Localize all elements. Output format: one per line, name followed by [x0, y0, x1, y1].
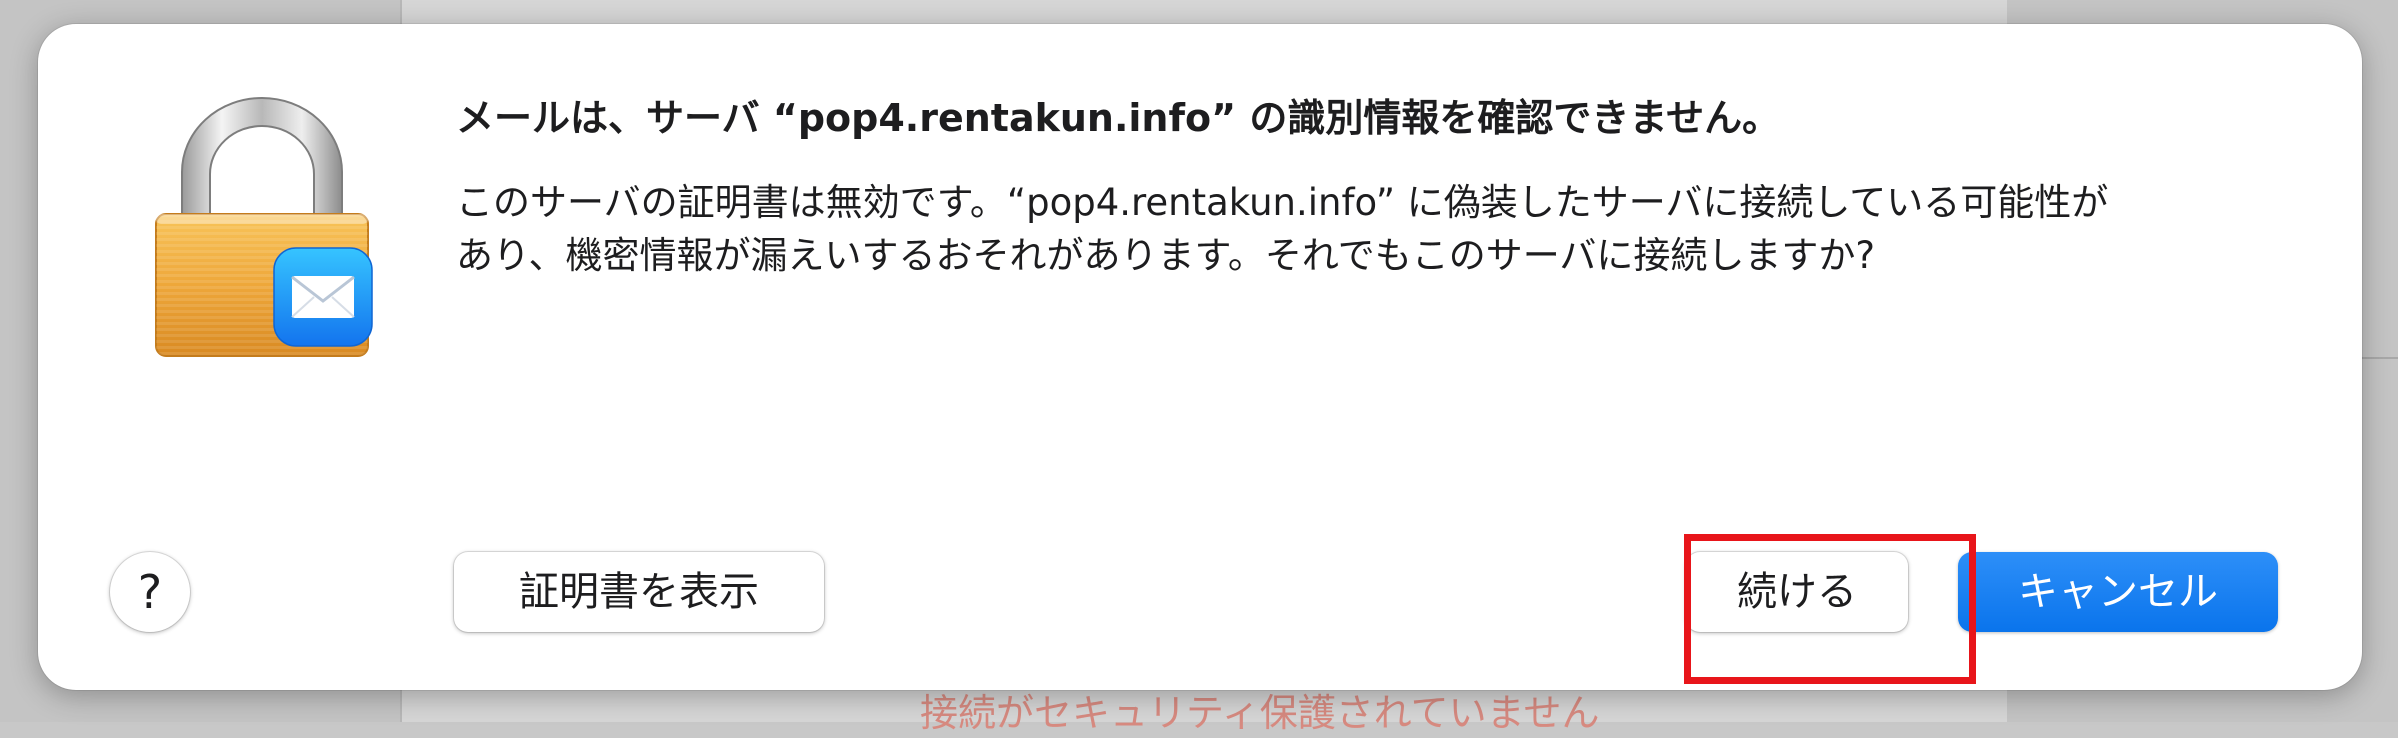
dialog-message-line-1: このサーバの証明書は無効です。“pop4.rentakun.info” に偽装し…	[456, 181, 2109, 224]
cancel-button[interactable]: キャンセル	[1958, 552, 2278, 632]
lock-mail-icon	[136, 94, 388, 366]
dialog-message: このサーバの証明書は無効です。“pop4.rentakun.info” に偽装し…	[456, 176, 2326, 282]
dialog-message-line-2: あり、機密情報が漏えいするおそれがあります。それでもこのサーバに接続しますか?	[456, 234, 1875, 277]
background-security-warning-text: 接続がセキュリティ保護されていません	[920, 691, 1600, 735]
show-certificate-button[interactable]: 証明書を表示	[454, 552, 824, 632]
highlight-annotation-box	[1684, 534, 1976, 684]
dialog-title: メールは、サーバ “pop4.rentakun.info” の識別情報を確認でき…	[456, 96, 1781, 140]
help-button[interactable]: ?	[110, 552, 190, 632]
certificate-alert-dialog: メールは、サーバ “pop4.rentakun.info” の識別情報を確認でき…	[38, 24, 2362, 690]
